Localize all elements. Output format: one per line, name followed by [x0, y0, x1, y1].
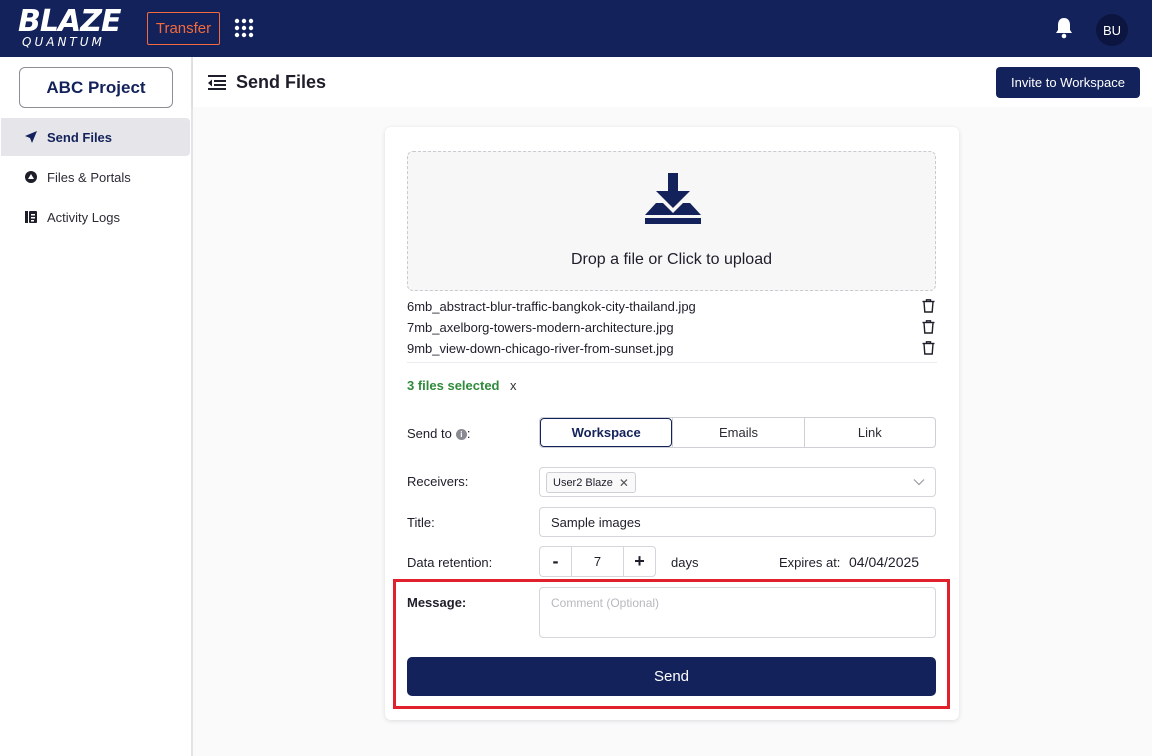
file-list-item: 6mb_abstract-blur-traffic-bangkok-city-t…	[407, 296, 937, 316]
send-to-segmented-control: Workspace Emails Link	[539, 417, 936, 448]
sidebar: ABC Project Send Files Files & Portals A…	[0, 57, 193, 756]
message-textarea[interactable]	[539, 587, 936, 638]
file-list-item: 9mb_view-down-chicago-river-from-sunset.…	[407, 338, 937, 358]
clear-selection-button[interactable]: x	[510, 378, 517, 393]
send-to-label: Send to i:	[407, 426, 470, 441]
title-label: Title:	[407, 515, 435, 530]
file-name: 9mb_view-down-chicago-river-from-sunset.…	[407, 340, 674, 356]
grid-dots-icon[interactable]	[234, 18, 254, 38]
retention-stepper: - 7 +	[539, 546, 656, 577]
retention-unit: days	[671, 555, 699, 570]
receivers-label: Receivers:	[407, 474, 469, 489]
title-input[interactable]: Sample images	[539, 507, 936, 537]
transfer-product-button[interactable]: Transfer	[147, 12, 220, 45]
sidebar-item-files-portals[interactable]: Files & Portals	[1, 158, 190, 196]
send-to-label-text: Send to	[407, 426, 452, 441]
activity-logs-icon	[25, 211, 37, 223]
expires-at-value: 04/04/2025	[849, 554, 920, 570]
send-button[interactable]: Send	[407, 657, 936, 696]
top-bar: BLAZE QUANTUM Transfer BU	[0, 0, 1152, 57]
file-dropzone[interactable]: Drop a file or Click to upload	[407, 151, 936, 291]
expires-at-label: Expires at:	[779, 555, 841, 570]
receiver-chip-label: User2 Blaze	[553, 476, 613, 489]
receiver-chip: User2 Blaze ✕	[546, 472, 636, 493]
file-name: 6mb_abstract-blur-traffic-bangkok-city-t…	[407, 298, 696, 314]
dropzone-text: Drop a file or Click to upload	[571, 251, 772, 268]
divider	[407, 362, 937, 363]
user-avatar[interactable]: BU	[1096, 14, 1128, 46]
invite-to-workspace-button[interactable]: Invite to Workspace	[996, 67, 1140, 98]
message-label: Message:	[407, 595, 467, 610]
remove-receiver-icon[interactable]: ✕	[619, 476, 629, 490]
page-title: Send Files	[236, 72, 327, 92]
collapse-menu-icon[interactable]	[207, 73, 227, 91]
sidebar-item-label: Activity Logs	[47, 209, 120, 225]
increment-button[interactable]: +	[624, 547, 655, 576]
sidebar-item-label: Files & Portals	[47, 169, 131, 185]
trash-icon[interactable]	[922, 341, 935, 355]
trash-icon[interactable]	[922, 320, 935, 334]
bell-icon[interactable]	[1054, 17, 1074, 39]
sidebar-item-send-files[interactable]: Send Files	[1, 118, 190, 156]
receivers-select[interactable]: User2 Blaze ✕	[539, 467, 936, 497]
file-list-item: 7mb_axelborg-towers-modern-architecture.…	[407, 317, 937, 337]
decrement-button[interactable]: -	[540, 547, 571, 576]
file-name: 7mb_axelborg-towers-modern-architecture.…	[407, 319, 674, 335]
info-icon[interactable]: i	[455, 429, 467, 440]
files-selected-count: 3 files selected	[407, 378, 500, 393]
sidebar-item-label: Send Files	[47, 129, 113, 145]
send-to-colon: :	[466, 426, 471, 441]
chevron-down-icon[interactable]	[913, 476, 925, 488]
send-to-link-option[interactable]: Link	[803, 418, 935, 447]
retention-value[interactable]: 7	[571, 547, 624, 576]
send-files-card: Drop a file or Click to upload 6mb_abstr…	[385, 127, 959, 720]
download-tray-icon	[645, 173, 701, 224]
project-selector-button[interactable]: ABC Project	[19, 67, 173, 108]
files-icon	[25, 171, 37, 183]
send-icon	[25, 131, 37, 143]
logo-wordmark: BLAZE	[18, 4, 121, 39]
sidebar-item-activity-logs[interactable]: Activity Logs	[1, 198, 190, 236]
blaze-quantum-logo[interactable]: BLAZE QUANTUM	[18, 4, 128, 49]
trash-icon[interactable]	[922, 299, 935, 313]
send-to-emails-option[interactable]: Emails	[672, 418, 803, 447]
page-header: Send Files Invite to Workspace	[193, 57, 1152, 107]
data-retention-label: Data retention:	[407, 555, 493, 570]
send-to-workspace-option[interactable]: Workspace	[540, 418, 673, 447]
